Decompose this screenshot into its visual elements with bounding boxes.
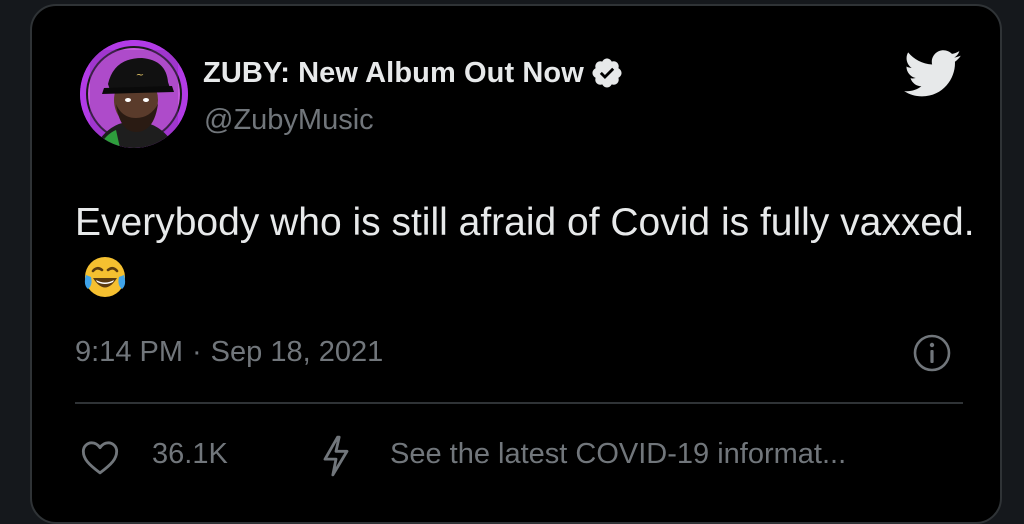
tweet-body: Everybody who is still afraid of Covid i… [75,201,975,244]
face-with-tears-of-joy-emoji [84,257,126,297]
user-handle[interactable]: @ZubyMusic [204,104,374,137]
lightning-bolt-icon [323,435,349,477]
meta-separator: · [192,336,202,368]
heart-icon[interactable] [80,438,120,476]
display-name[interactable]: ZUBY: New Album Out Now [203,57,584,90]
avatar[interactable]: ~ [80,40,188,148]
tweet-time[interactable]: 9:14 PM [75,336,183,368]
tweet-date[interactable]: Sep 18, 2021 [211,336,384,368]
covid-info-link[interactable]: See the latest COVID-19 informat... [390,438,846,471]
tweet-card[interactable]: ~ ZUBY: New Album Out Now @ZubyMusic Eve… [30,4,1002,524]
tweet-text: Everybody who is still afraid of Covid i… [75,195,975,307]
divider [75,402,963,404]
avatar-image: ~ [80,40,188,148]
twitter-bird-icon[interactable] [904,50,962,98]
verified-badge-icon [592,58,622,88]
tweet-timestamp[interactable]: 9:14 PM · Sep 18, 2021 [75,336,383,369]
author-name-row[interactable]: ZUBY: New Album Out Now [203,53,624,93]
like-count[interactable]: 36.1K [152,438,228,471]
svg-text:~: ~ [136,70,144,81]
info-icon[interactable] [912,333,952,373]
